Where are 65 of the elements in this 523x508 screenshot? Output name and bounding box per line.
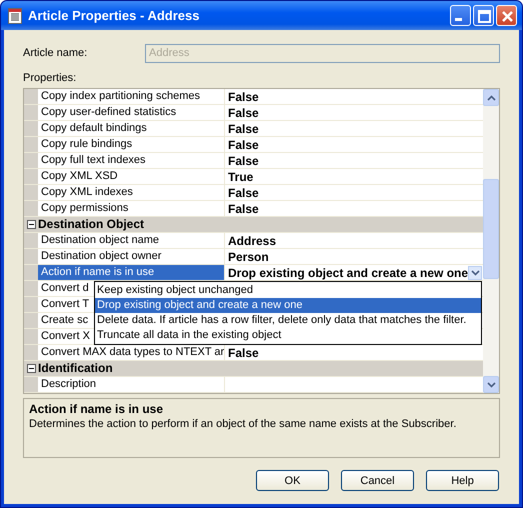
category-heading[interactable]: Identification: [38, 361, 113, 376]
description-text: Determines the action to perform if an object of the same name exists at the Subscriber.: [29, 418, 456, 430]
close-button[interactable]: [496, 5, 517, 26]
property-name[interactable]: Copy user-defined statistics: [38, 105, 225, 120]
dialog-button[interactable]: Help: [426, 470, 499, 491]
row-header: [24, 329, 38, 344]
dropdown-option[interactable]: Delete data. If article has a row filter, delete only data that matches the filter.: [95, 313, 482, 328]
row-header: [24, 185, 38, 200]
dropdown-option[interactable]: Keep existing object unchanged: [95, 283, 482, 298]
document-icon: [8, 8, 22, 24]
chevron-down-icon: [486, 382, 496, 388]
row-header: [24, 137, 38, 152]
vertical-scrollbar[interactable]: [483, 89, 499, 393]
property-value: False: [228, 154, 259, 168]
property-value: False: [228, 138, 259, 152]
property-name[interactable]: Copy rule bindings: [38, 137, 225, 152]
minimize-icon: [455, 18, 462, 21]
row-header: [24, 281, 38, 296]
property-value: True: [228, 170, 254, 184]
collapse-icon[interactable]: [26, 364, 36, 373]
property-name[interactable]: Copy full text indexes: [38, 153, 225, 168]
dialog-button[interactable]: OK: [256, 470, 329, 491]
property-value: Drop existing object and create a new one: [228, 266, 468, 280]
dropdown-option[interactable]: Drop existing object and create a new one: [95, 298, 482, 313]
property-value: False: [228, 202, 259, 216]
chevron-up-icon: [486, 94, 496, 100]
property-name[interactable]: Copy XML XSD: [38, 169, 225, 184]
dialog-button[interactable]: Cancel: [341, 470, 414, 491]
collapse-icon[interactable]: [26, 220, 36, 229]
property-name[interactable]: Description: [38, 377, 225, 392]
property-value: False: [228, 346, 259, 360]
properties-label: Properties:: [23, 72, 78, 84]
row-header: [24, 105, 38, 120]
property-name[interactable]: Copy index partitioning schemes: [38, 89, 225, 104]
dropdown-button[interactable]: [468, 266, 482, 280]
row-header: [24, 297, 38, 312]
row-header: [24, 121, 38, 136]
row-header: [24, 313, 38, 328]
dropdown-option[interactable]: Truncate all data in the existing object: [95, 328, 482, 343]
minimize-button[interactable]: [450, 5, 471, 26]
property-value: Person: [228, 250, 269, 264]
property-name[interactable]: Destination object owner: [38, 249, 225, 264]
row-header: [24, 89, 38, 104]
row-header: [24, 153, 38, 168]
scroll-thumb[interactable]: [483, 179, 499, 279]
property-value: False: [228, 122, 259, 136]
property-value: False: [228, 90, 259, 104]
property-name[interactable]: Copy default bindings: [38, 121, 225, 136]
scroll-down-button[interactable]: [483, 376, 499, 393]
row-header: [24, 249, 38, 264]
row-header: [24, 265, 38, 280]
row-header: [24, 169, 38, 184]
property-value: False: [228, 106, 259, 120]
property-name[interactable]: Copy permissions: [38, 201, 225, 216]
property-name[interactable]: Destination object name: [38, 233, 225, 248]
article-name-label: Article name:: [23, 47, 88, 59]
maximize-button[interactable]: [473, 5, 494, 26]
scroll-up-button[interactable]: [483, 89, 499, 106]
property-name[interactable]: Copy XML indexes: [38, 185, 225, 200]
property-value: Address: [228, 234, 276, 248]
window-title: Article Properties - Address: [28, 8, 200, 23]
chevron-down-icon: [470, 270, 480, 276]
description-title: Action if name is in use: [29, 402, 164, 416]
property-value: False: [228, 186, 259, 200]
property-name[interactable]: Action if name is in use: [38, 265, 225, 280]
